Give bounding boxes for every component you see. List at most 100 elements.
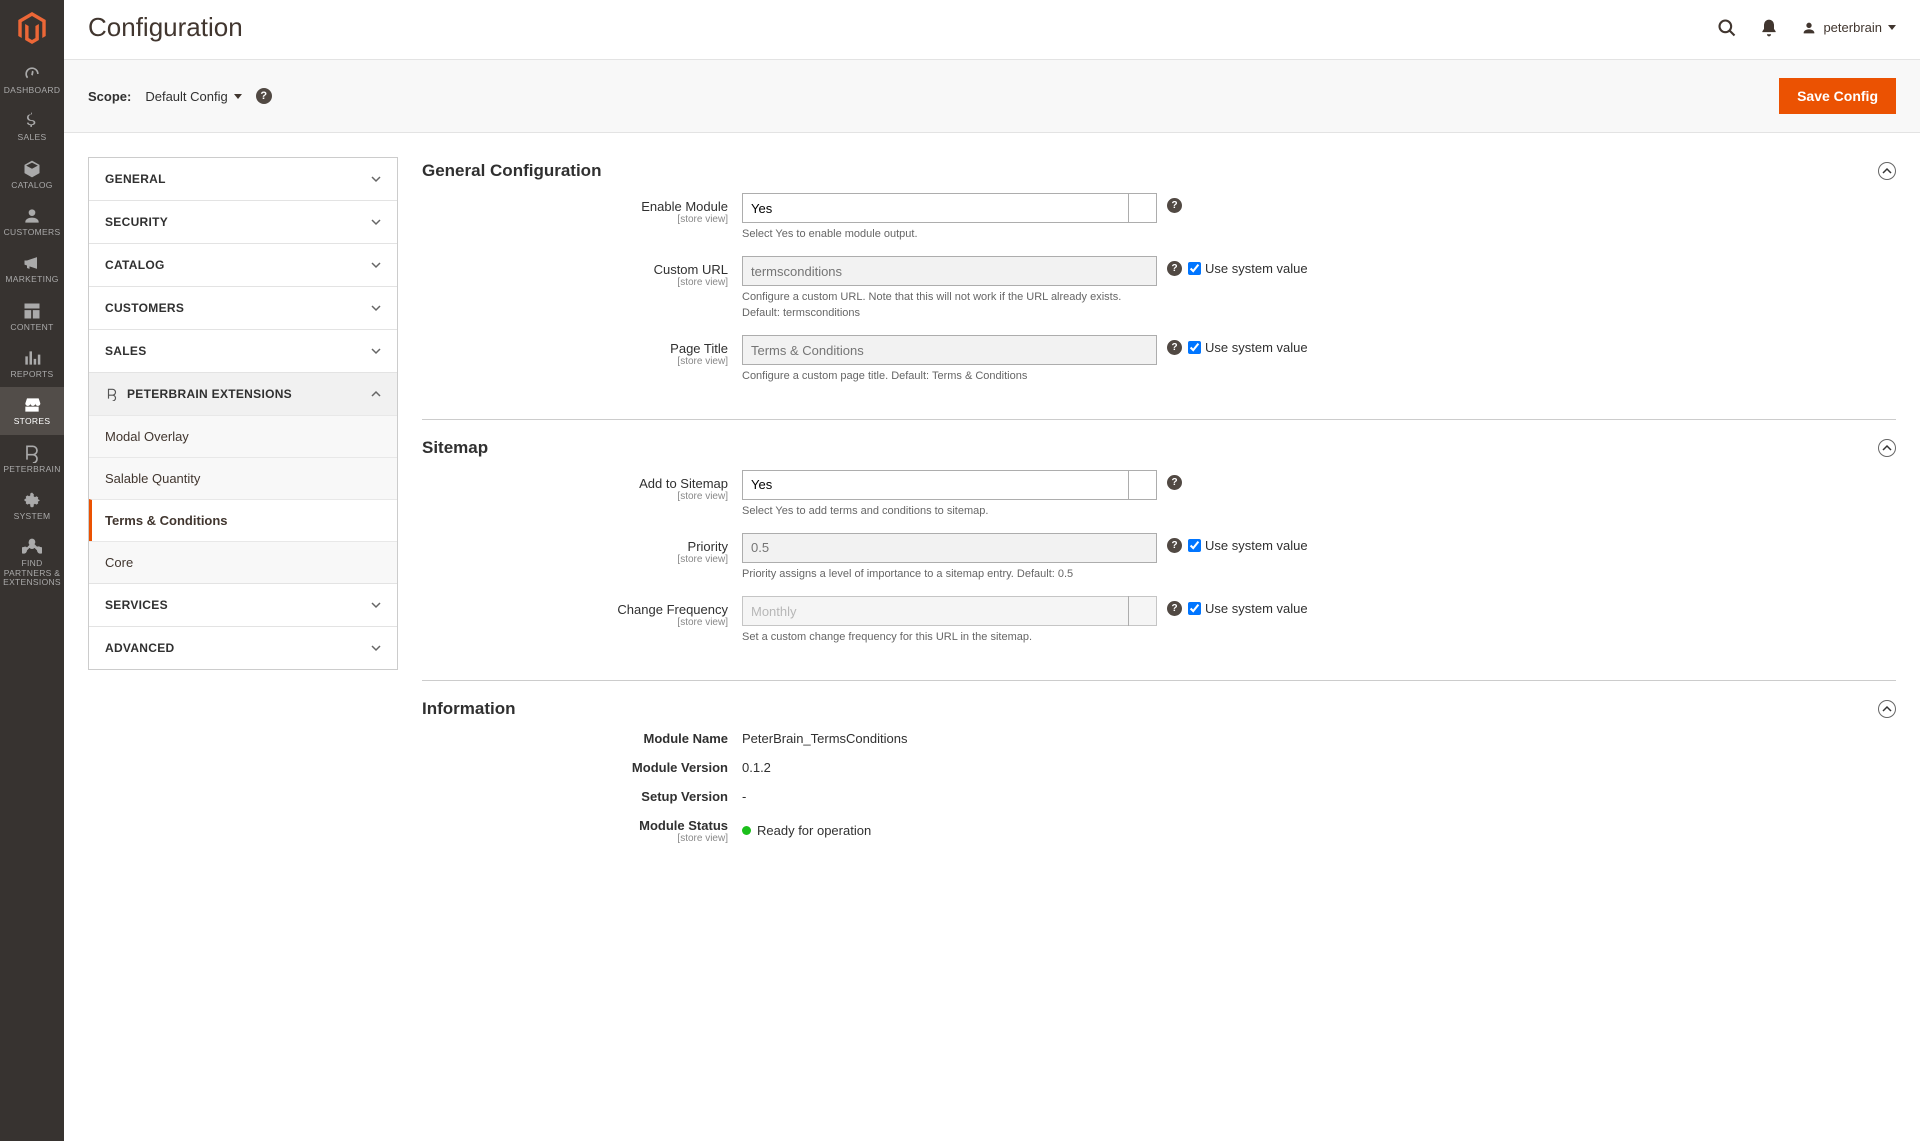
setup-version-label: Setup Version (422, 789, 742, 804)
chevron-down-icon (1888, 25, 1896, 30)
nav-partners[interactable]: FIND PARTNERS & EXTENSIONS (0, 529, 64, 595)
pb-icon (22, 443, 42, 463)
section-general: General Configuration Enable Module [sto… (422, 157, 1896, 420)
frequency-use-system[interactable]: Use system value (1188, 601, 1308, 616)
config-nav-services[interactable]: SERVICES (89, 584, 397, 626)
nav-customers[interactable]: CUSTOMERS (0, 198, 64, 245)
setup-version-value: - (742, 789, 746, 804)
frequency-note: Set a custom change frequency for this U… (742, 630, 1157, 645)
add-sitemap-note: Select Yes to add terms and conditions t… (742, 504, 1157, 519)
subnav-terms-conditions[interactable]: Terms & Conditions (89, 499, 397, 541)
priority-note: Priority assigns a level of importance t… (742, 567, 1157, 582)
section-general-header[interactable]: General Configuration (422, 157, 1896, 193)
subnav-core[interactable]: Core (89, 541, 397, 583)
chevron-down-icon (371, 260, 381, 270)
nav-marketing[interactable]: MARKETING (0, 245, 64, 292)
page-title-label: Page Title (670, 341, 728, 356)
user-icon (1801, 20, 1817, 36)
scope-select[interactable]: Default Config (145, 89, 241, 104)
custom-url-label: Custom URL (654, 262, 728, 277)
store-icon (22, 395, 42, 415)
save-config-button[interactable]: Save Config (1779, 78, 1896, 114)
add-sitemap-select[interactable]: Yes (742, 470, 1157, 500)
config-nav-advanced[interactable]: ADVANCED (89, 627, 397, 669)
enable-module-select[interactable]: Yes (742, 193, 1157, 223)
frequency-label: Change Frequency (617, 602, 728, 617)
chevron-down-icon (234, 94, 242, 99)
custom-url-use-system[interactable]: Use system value (1188, 261, 1308, 276)
page-title-input[interactable] (742, 335, 1157, 365)
module-status-label: Module Status [store view] (422, 818, 742, 844)
help-icon[interactable]: ? (256, 88, 272, 104)
section-sitemap: Sitemap Add to Sitemap [store view] Yes … (422, 434, 1896, 681)
nav-content[interactable]: CONTENT (0, 293, 64, 340)
chart-icon (22, 348, 42, 368)
module-name-label: Module Name (422, 731, 742, 746)
status-dot-icon (742, 826, 751, 835)
partners-icon (22, 537, 42, 557)
config-nav-general[interactable]: GENERAL (89, 158, 397, 200)
nav-dashboard[interactable]: DASHBOARD (0, 56, 64, 103)
chevron-down-icon (371, 217, 381, 227)
section-sitemap-header[interactable]: Sitemap (422, 434, 1896, 470)
help-icon[interactable]: ? (1167, 340, 1182, 355)
module-version-label: Module Version (422, 760, 742, 775)
custom-url-note: Configure a custom URL. Note that this w… (742, 290, 1157, 321)
help-icon[interactable]: ? (1167, 601, 1182, 616)
custom-url-input[interactable] (742, 256, 1157, 286)
config-nav-peterbrain-ext[interactable]: PETERBRAIN EXTENSIONS (89, 373, 397, 415)
notifications-icon[interactable] (1759, 18, 1779, 38)
page-header: Configuration peterbrain (64, 0, 1920, 59)
search-icon[interactable] (1717, 18, 1737, 38)
frequency-select[interactable]: Monthly (742, 596, 1157, 626)
help-icon[interactable]: ? (1167, 261, 1182, 276)
cube-icon (22, 159, 42, 179)
module-status-value: Ready for operation (742, 818, 871, 844)
page-title-use-system[interactable]: Use system value (1188, 340, 1308, 355)
nav-system[interactable]: SYSTEM (0, 482, 64, 529)
priority-label: Priority (688, 539, 728, 554)
add-sitemap-label: Add to Sitemap (639, 476, 728, 491)
gear-icon (22, 490, 42, 510)
chevron-down-icon (371, 303, 381, 313)
chevron-down-icon (371, 174, 381, 184)
chevron-up-icon (371, 389, 381, 399)
help-icon[interactable]: ? (1167, 475, 1182, 490)
config-nav-security[interactable]: SECURITY (89, 201, 397, 243)
collapse-icon (1878, 700, 1896, 718)
megaphone-icon (22, 253, 42, 273)
admin-sidebar: DASHBOARD SALES CATALOG CUSTOMERS MARKET… (0, 0, 64, 1141)
help-icon[interactable]: ? (1167, 538, 1182, 553)
section-information: Information Module Name PeterBrain_Terms… (422, 695, 1896, 878)
nav-sales[interactable]: SALES (0, 103, 64, 150)
module-version-value: 0.1.2 (742, 760, 771, 775)
collapse-icon (1878, 439, 1896, 457)
section-information-header[interactable]: Information (422, 695, 1896, 731)
nav-peterbrain[interactable]: PETERBRAIN (0, 435, 64, 482)
config-nav: GENERAL SECURITY CATALOG CUSTOMERS (88, 157, 398, 670)
page-title: Configuration (88, 12, 243, 43)
nav-reports[interactable]: REPORTS (0, 340, 64, 387)
priority-input[interactable] (742, 533, 1157, 563)
user-menu[interactable]: peterbrain (1801, 20, 1896, 36)
nav-catalog[interactable]: CATALOG (0, 151, 64, 198)
enable-module-label: Enable Module (641, 199, 728, 214)
pb-icon (105, 387, 119, 401)
config-nav-customers[interactable]: CUSTOMERS (89, 287, 397, 329)
gauge-icon (22, 64, 42, 84)
username: peterbrain (1823, 20, 1882, 35)
help-icon[interactable]: ? (1167, 198, 1182, 213)
scope-bar: Scope: Default Config ? Save Config (64, 59, 1920, 133)
magento-logo[interactable] (0, 0, 64, 56)
module-name-value: PeterBrain_TermsConditions (742, 731, 907, 746)
page-title-note: Configure a custom page title. Default: … (742, 369, 1157, 384)
subnav-salable-quantity[interactable]: Salable Quantity (89, 457, 397, 499)
subnav-modal-overlay[interactable]: Modal Overlay (89, 415, 397, 457)
collapse-icon (1878, 162, 1896, 180)
priority-use-system[interactable]: Use system value (1188, 538, 1308, 553)
config-nav-sales[interactable]: SALES (89, 330, 397, 372)
layout-icon (22, 301, 42, 321)
config-nav-catalog[interactable]: CATALOG (89, 244, 397, 286)
scope-label: Scope: (88, 89, 131, 104)
nav-stores[interactable]: STORES (0, 387, 64, 434)
